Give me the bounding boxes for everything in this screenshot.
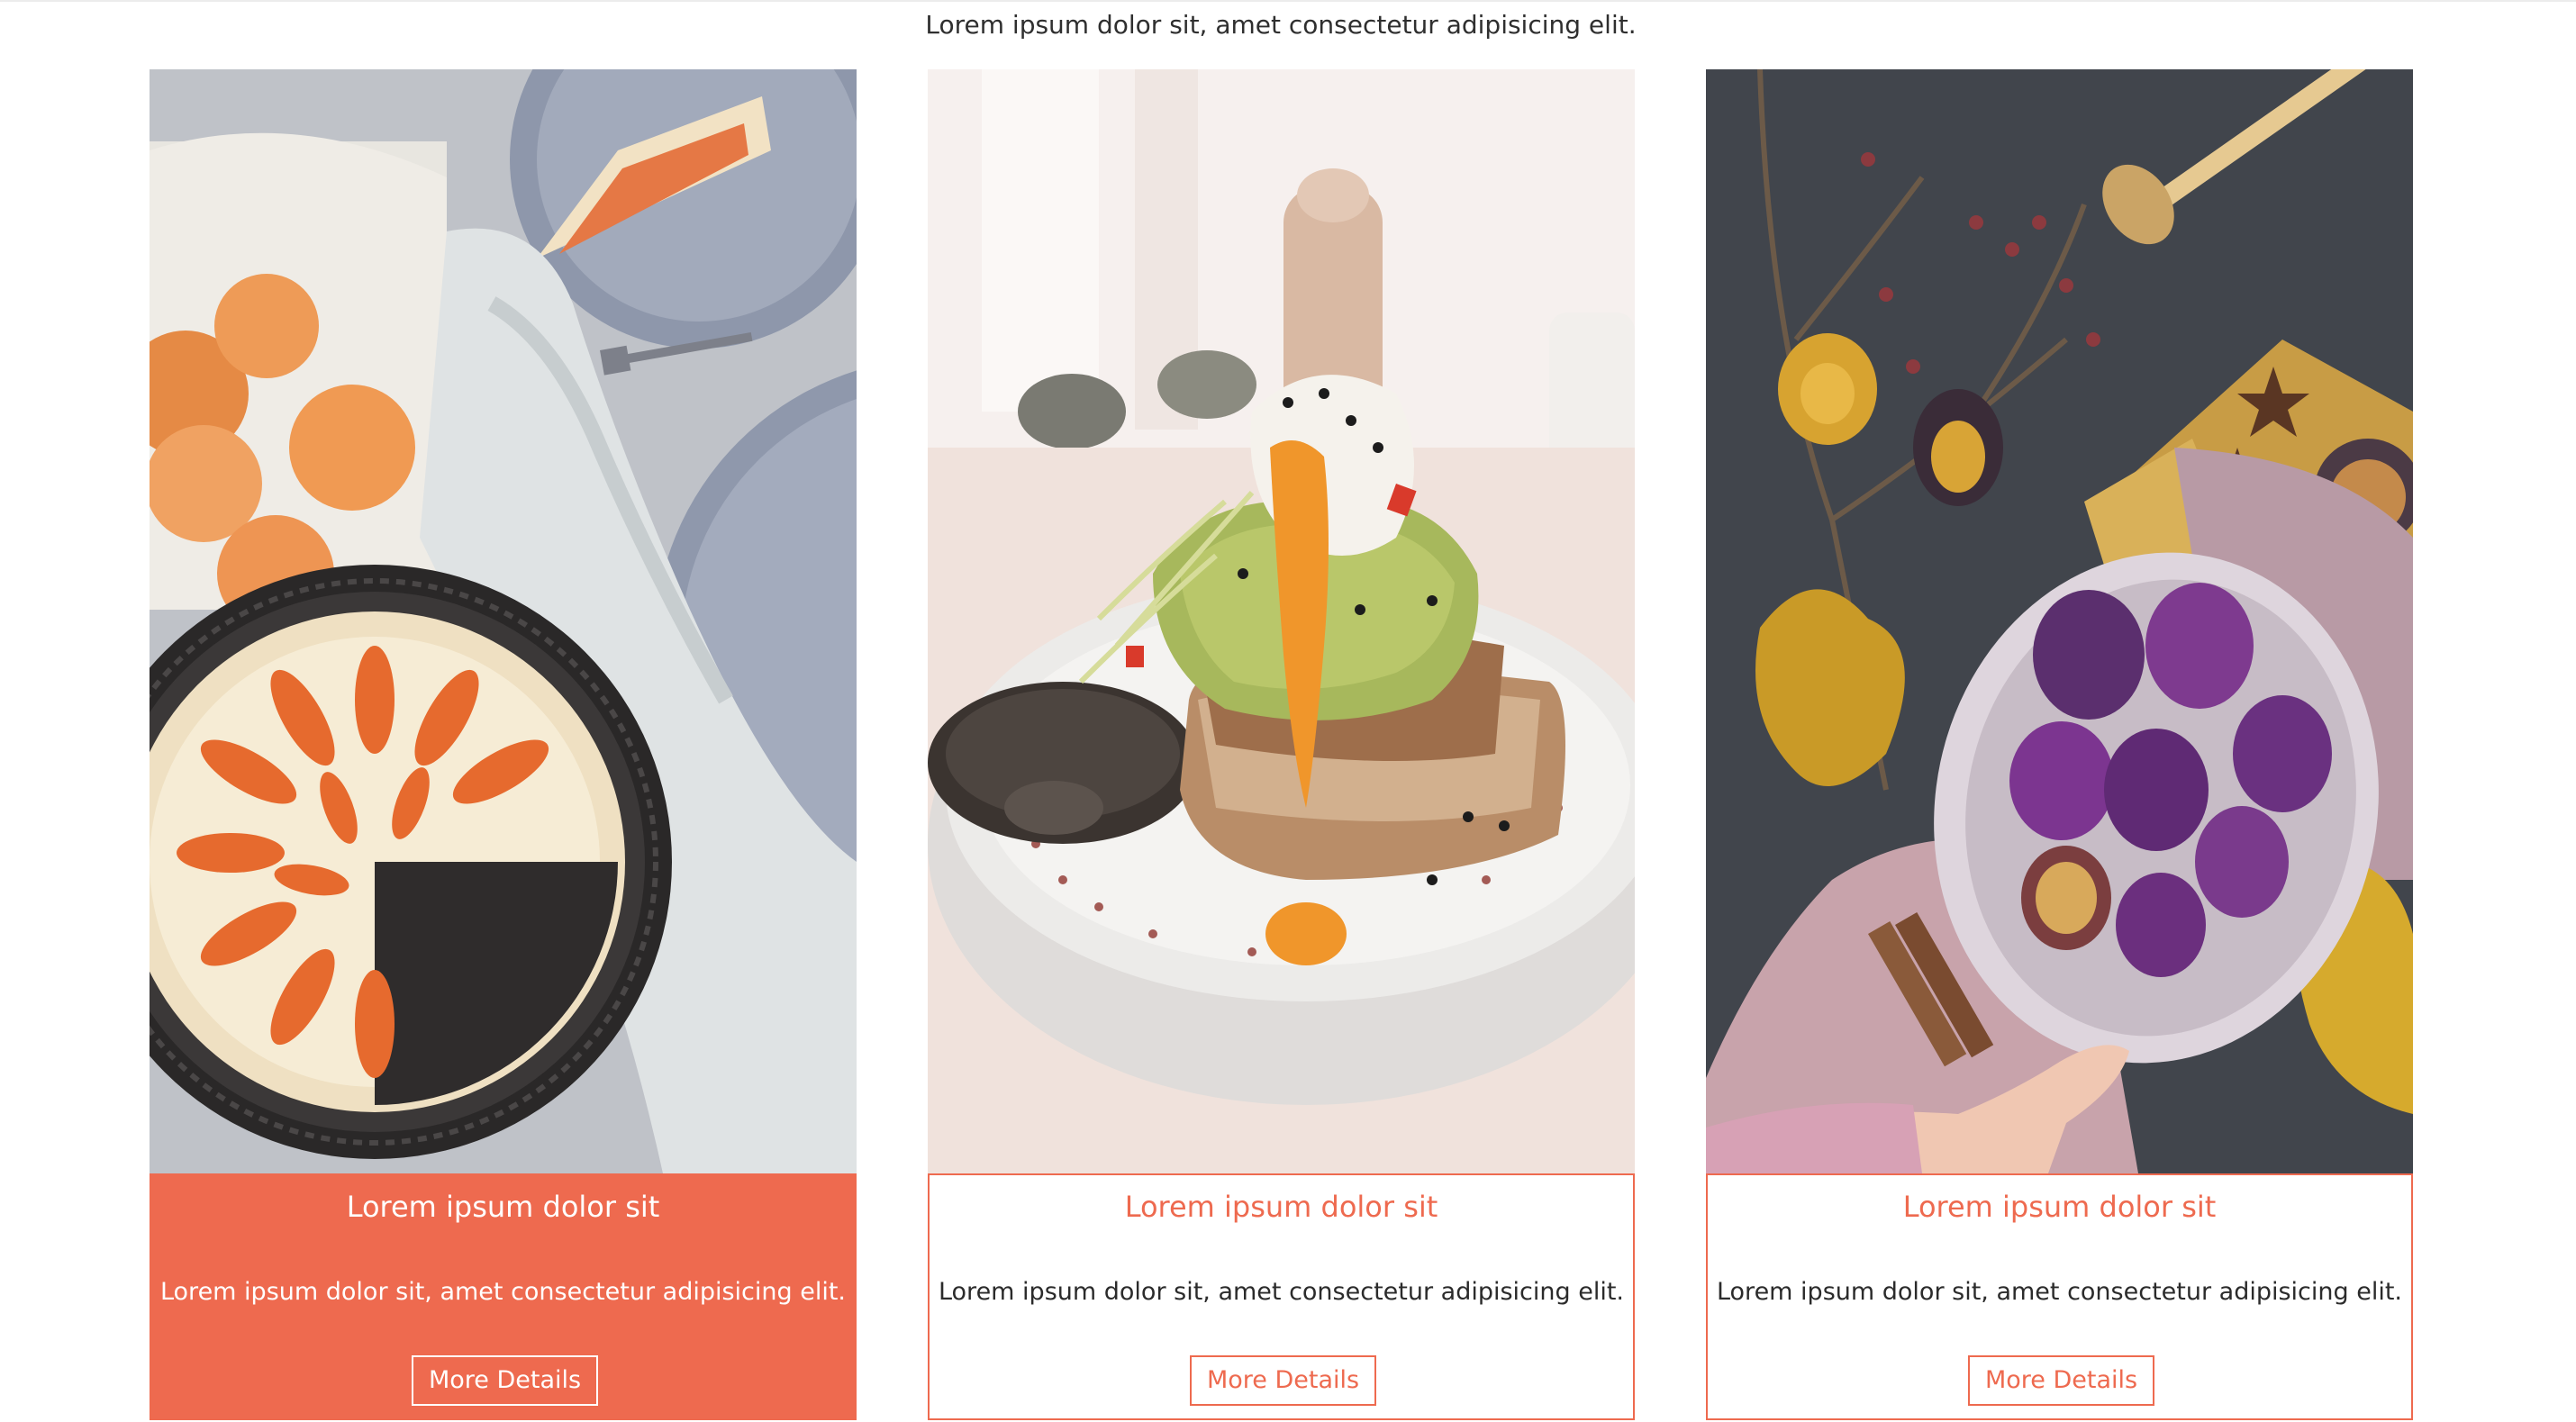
card-description: Lorem ipsum dolor sit, amet consectetur … bbox=[938, 1278, 1625, 1306]
card-description: Lorem ipsum dolor sit, amet consectetur … bbox=[159, 1278, 847, 1306]
card-title: Lorem ipsum dolor sit bbox=[346, 1190, 660, 1224]
card-title: Lorem ipsum dolor sit bbox=[1902, 1190, 2217, 1224]
card-image-avocado-toast bbox=[928, 69, 1635, 1173]
more-details-button[interactable]: More Details bbox=[412, 1355, 598, 1406]
card-description: Lorem ipsum dolor sit, amet consectetur … bbox=[1716, 1278, 2403, 1306]
card-apricot-tart: Lorem ipsum dolor sit Lorem ipsum dolor … bbox=[150, 69, 857, 1420]
card-avocado-toast: Lorem ipsum dolor sit Lorem ipsum dolor … bbox=[928, 69, 1635, 1420]
card-body: Lorem ipsum dolor sit Lorem ipsum dolor … bbox=[928, 1173, 1635, 1420]
intro-text: Lorem ipsum dolor sit, amet consectetur … bbox=[925, 10, 1637, 40]
more-details-button[interactable]: More Details bbox=[1968, 1355, 2154, 1406]
top-divider bbox=[0, 0, 2576, 2]
card-image-apricot-tart bbox=[150, 69, 857, 1173]
card-figs-bowl: Lorem ipsum dolor sit Lorem ipsum dolor … bbox=[1706, 69, 2413, 1420]
card-image-figs-bowl bbox=[1706, 69, 2413, 1173]
card-body: Lorem ipsum dolor sit Lorem ipsum dolor … bbox=[150, 1173, 857, 1420]
card-title: Lorem ipsum dolor sit bbox=[1124, 1190, 1438, 1224]
card-body: Lorem ipsum dolor sit Lorem ipsum dolor … bbox=[1706, 1173, 2413, 1420]
more-details-button[interactable]: More Details bbox=[1190, 1355, 1376, 1406]
